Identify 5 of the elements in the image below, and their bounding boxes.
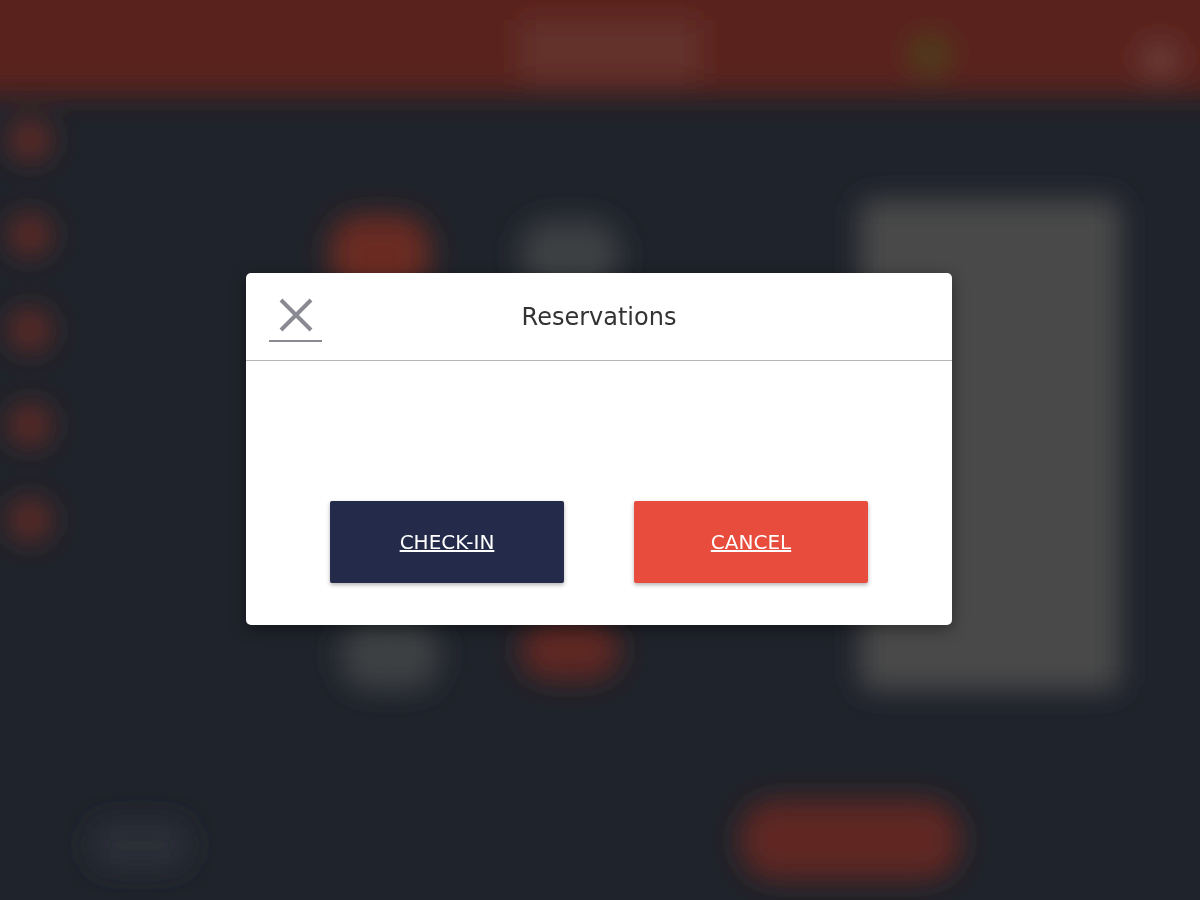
dialog-title: Reservations [521,302,677,331]
action-button[interactable]: CANCEL [634,501,868,583]
close-icon [277,297,314,333]
close-button[interactable] [269,297,322,342]
action-button[interactable]: CHECK-IN [330,501,564,583]
